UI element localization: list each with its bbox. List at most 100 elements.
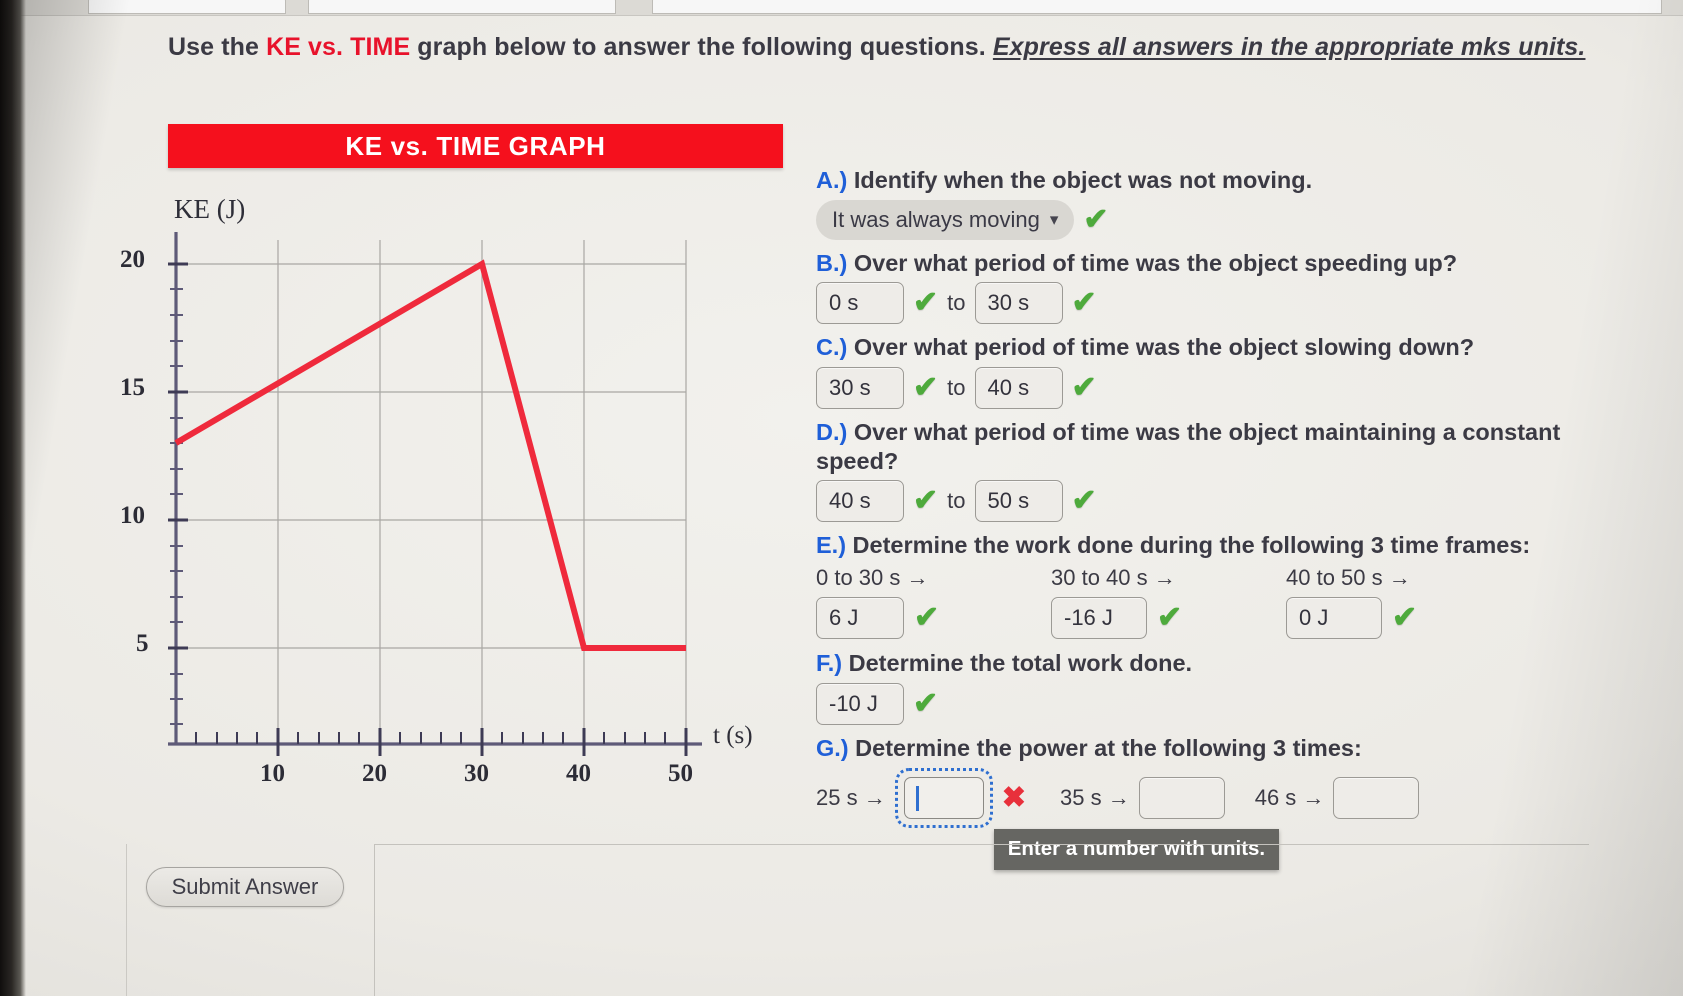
question-d-to-word: to	[947, 488, 966, 514]
question-b-from-check-icon: ✔	[913, 286, 939, 320]
question-c-from-input[interactable]: 30 s	[816, 366, 904, 409]
question-e: E.) Determine the work done during the f…	[816, 531, 1586, 639]
question-e-frame-labels: 0 to 30 s → 30 to 40 s → 40 to 50 s →	[816, 565, 1586, 591]
question-g-input-1[interactable]	[1138, 777, 1225, 820]
graph-svg	[168, 232, 702, 756]
question-c-to-check-icon: ✔	[1071, 370, 1097, 404]
question-c: C.) Over what period of time was the obj…	[816, 333, 1586, 409]
question-b-to-input[interactable]: 30 s	[974, 282, 1063, 325]
question-e-check-icon-2: ✔	[1392, 600, 1418, 634]
question-g-body: Determine the power at the following 3 t…	[848, 734, 1362, 761]
browser-tab-fragment-1[interactable]	[88, 0, 286, 14]
graph-x-axis-label: t (s)	[713, 722, 753, 749]
question-b-letter: B.)	[816, 249, 848, 276]
question-e-frame-label-2: 40 to 50 s →	[1286, 564, 1411, 590]
prompt-part-1: Use the	[168, 33, 267, 61]
y-tick-label-10: 10	[120, 502, 145, 529]
x-tick-label-40: 40	[566, 760, 591, 787]
question-e-frame-label-1: 30 to 40 s →	[1051, 564, 1176, 590]
y-tick-label-15: 15	[120, 374, 145, 401]
question-f-check-icon: ✔	[913, 686, 939, 720]
question-a-letter: A.)	[816, 167, 848, 193]
question-f-input[interactable]: -10 J	[816, 682, 904, 725]
ke-data-line	[174, 259, 686, 651]
question-g-input-2[interactable]	[1333, 777, 1420, 820]
question-a-text: A.) Identify when the object was not mov…	[816, 166, 1586, 195]
graph-title-banner: KE vs. TIME GRAPH	[168, 124, 783, 168]
y-tick-label-20: 20	[120, 246, 145, 273]
question-g: G.) Determine the power at the following…	[816, 734, 1586, 871]
question-g-item-0: 25 s → Enter a number with units. ✖	[816, 768, 1280, 871]
browser-tab-fragment-2[interactable]	[308, 0, 616, 14]
ke-vs-time-graph-panel: KE vs. TIME GRAPH KE (J) 20 15 10 5 10 2…	[120, 124, 788, 804]
submit-answer-button[interactable]: Submit Answer	[146, 867, 344, 907]
question-a-answer-row: It was always moving ▾ ✔	[816, 199, 1586, 240]
x-tick-label-50: 50	[668, 760, 693, 787]
worksheet-page: Use the KE vs. TIME graph below to answe…	[0, 0, 1683, 996]
footer-left-divider	[126, 844, 127, 996]
question-e-answer-2: 0 J ✔	[1286, 596, 1521, 639]
question-g-label-1: 35 s →	[1060, 785, 1130, 811]
question-e-body: Determine the work done during the follo…	[846, 532, 1531, 559]
browser-tab-fragment-3[interactable]	[652, 0, 1662, 14]
question-b-text: B.) Over what period of time was the obj…	[816, 249, 1586, 278]
x-tick-label-20: 20	[362, 760, 387, 787]
question-b-from-input[interactable]: 0 s	[816, 282, 904, 325]
question-d-to-check-icon: ✔	[1071, 484, 1097, 518]
question-c-body: Over what period of time was the object …	[847, 334, 1475, 361]
question-c-from-check-icon: ✔	[913, 370, 939, 404]
question-e-text: E.) Determine the work done during the f…	[816, 531, 1586, 560]
question-f-text: F.) Determine the total work done.	[816, 649, 1586, 678]
worksheet-prompt: Use the KE vs. TIME graph below to answe…	[168, 28, 1588, 67]
question-g-cross-icon-0: ✖	[1001, 781, 1027, 814]
question-e-frame-label-0: 0 to 30 s →	[816, 564, 929, 590]
question-c-letter: C.)	[816, 334, 848, 361]
question-g-text: G.) Determine the power at the following…	[816, 734, 1586, 763]
question-a-selected-value: It was always moving	[832, 206, 1040, 232]
question-e-input-2[interactable]: 0 J	[1286, 596, 1382, 639]
question-g-input-0[interactable]	[903, 777, 984, 820]
question-d-text: D.) Over what period of time was the obj…	[816, 418, 1586, 475]
question-c-text: C.) Over what period of time was the obj…	[816, 333, 1586, 362]
question-e-answer-1: -16 J ✔	[1051, 596, 1286, 639]
chevron-updown-icon: ▾	[1049, 209, 1059, 229]
question-g-letter: G.)	[816, 734, 849, 761]
y-tick-label-5: 5	[136, 630, 149, 657]
question-d-letter: D.)	[816, 418, 848, 445]
question-b-answer-row: 0 s ✔ to 30 s ✔	[816, 282, 1586, 325]
question-a: A.) Identify when the object was not mov…	[816, 166, 1586, 240]
question-g-item-2: 46 s →	[1254, 777, 1420, 820]
text-caret	[915, 785, 919, 811]
question-g-label-2: 46 s →	[1254, 785, 1325, 811]
grid-lines	[176, 240, 687, 744]
browser-chrome-strip	[0, 0, 1683, 16]
question-d-from-input[interactable]: 40 s	[816, 480, 904, 523]
question-g-answer-row: 25 s → Enter a number with units. ✖ 35 s…	[816, 768, 1586, 871]
photo-left-edge-shadow	[0, 0, 26, 996]
question-f-answer-row: -10 J ✔	[816, 682, 1586, 725]
footer-top-divider	[374, 844, 1589, 845]
question-a-select[interactable]: It was always moving ▾	[816, 199, 1075, 240]
question-f: F.) Determine the total work done. -10 J…	[816, 649, 1586, 725]
question-g-label-0: 25 s →	[816, 785, 886, 811]
question-d: D.) Over what period of time was the obj…	[816, 418, 1586, 523]
question-e-input-0[interactable]: 6 J	[816, 596, 904, 639]
y-major-ticks	[168, 262, 188, 650]
question-f-body: Determine the total work done.	[842, 649, 1193, 676]
question-e-input-1[interactable]: -16 J	[1051, 596, 1147, 639]
question-f-letter: F.)	[816, 649, 843, 676]
prompt-emphasis: Express all answers in the appropriate m…	[992, 33, 1586, 61]
question-d-to-input[interactable]: 50 s	[974, 480, 1063, 523]
question-g-focus-ring: Enter a number with units.	[894, 768, 1280, 871]
question-d-answer-row: 40 s ✔ to 50 s ✔	[816, 480, 1586, 523]
question-e-letter: E.)	[816, 532, 847, 559]
graph-axes	[168, 232, 702, 746]
question-b-to-word: to	[947, 290, 966, 316]
question-d-from-check-icon: ✔	[913, 484, 939, 518]
question-b: B.) Over what period of time was the obj…	[816, 249, 1586, 325]
prompt-part-2: graph below to answer the following ques…	[410, 33, 993, 61]
question-a-body: Identify when the object was not moving.	[847, 167, 1313, 193]
x-tick-label-30: 30	[464, 760, 489, 787]
question-c-to-input[interactable]: 40 s	[974, 366, 1063, 409]
graph-plot-area: 20 15 10 5 10 20 30 40 50 t (s)	[120, 232, 788, 792]
